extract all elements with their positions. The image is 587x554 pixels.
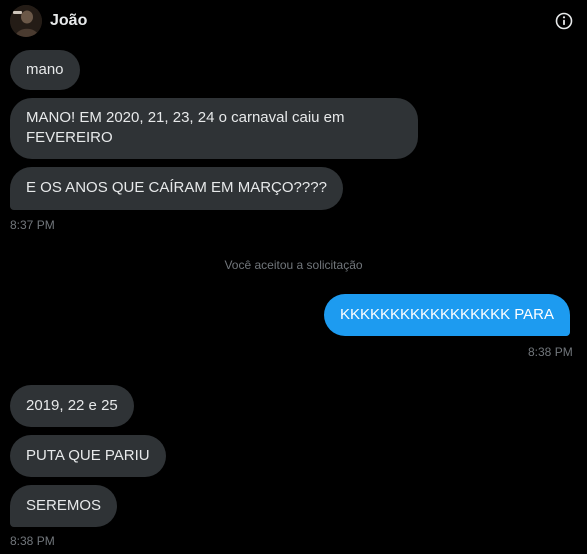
profile-photo-icon (10, 5, 42, 37)
message-bubble-incoming[interactable]: E OS ANOS QUE CAÍRAM EM MARÇO???? (10, 167, 343, 210)
message-bubble-outgoing[interactable]: KKKKKKKKKKKKKKKKK PARA (324, 294, 570, 336)
message-timestamp: 8:38 PM (10, 534, 55, 548)
message-timestamp: 8:38 PM (528, 345, 573, 359)
avatar[interactable] (10, 5, 42, 37)
conversation-header: João (0, 0, 587, 42)
message-bubble-incoming[interactable]: 2019, 22 e 25 (10, 385, 134, 427)
message-bubble-incoming[interactable]: PUTA QUE PARIU (10, 435, 166, 477)
info-icon[interactable] (555, 12, 573, 30)
contact-name[interactable]: João (50, 12, 87, 30)
system-notice: Você aceitou a solicitação (224, 258, 363, 272)
message-bubble-incoming[interactable]: SEREMOS (10, 485, 118, 527)
message-timestamp: 8:37 PM (10, 218, 55, 232)
message-bubble-incoming[interactable]: MANO! EM 2020, 21, 23, 24 o carnaval cai… (10, 98, 418, 159)
message-bubble-incoming[interactable]: mano (10, 50, 80, 90)
